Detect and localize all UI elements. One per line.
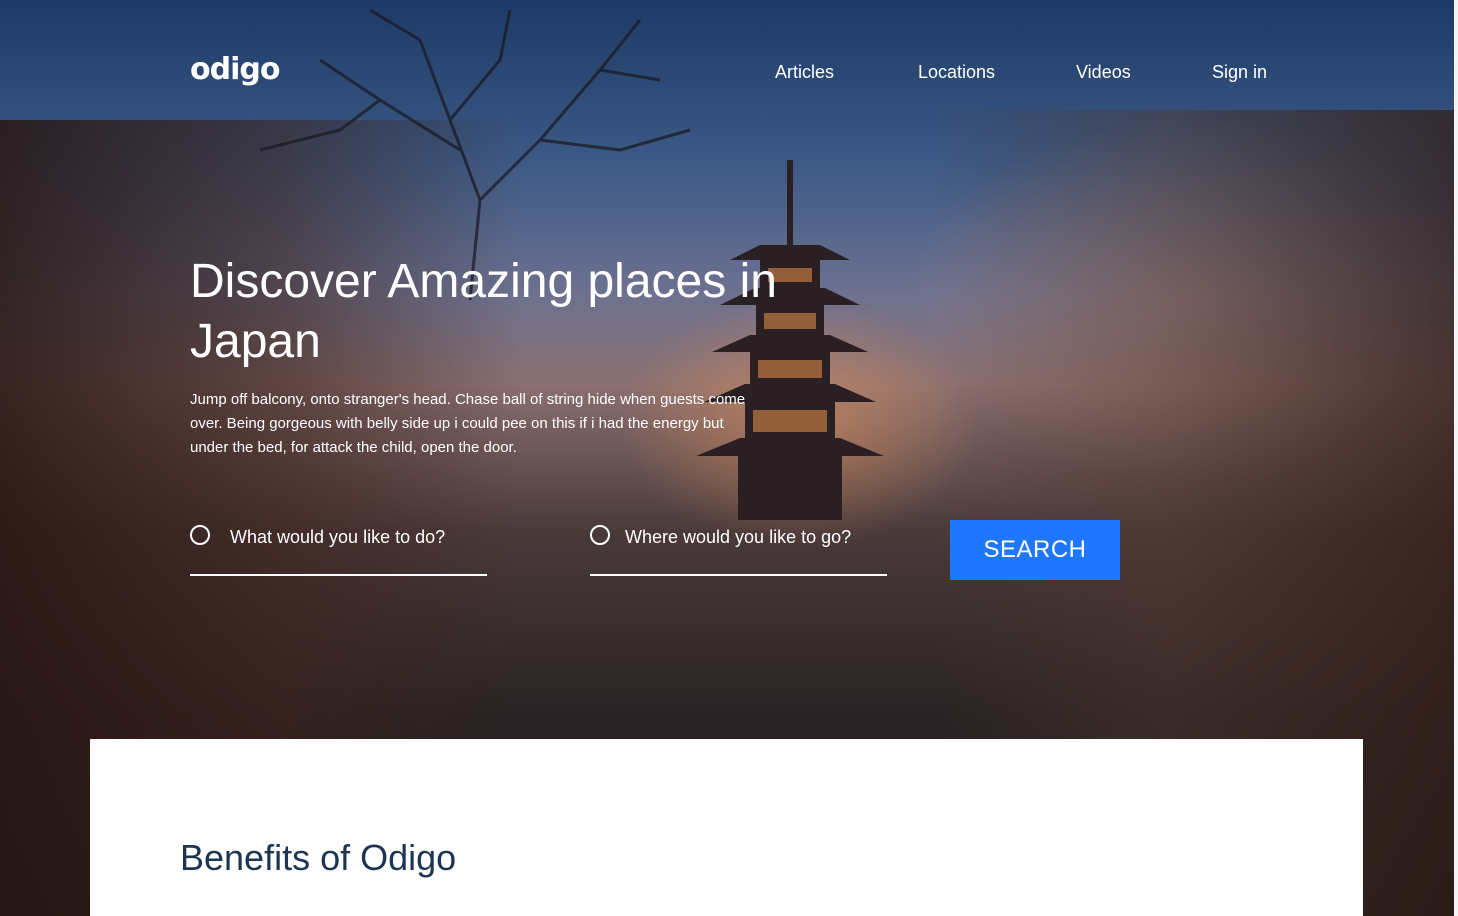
circle-icon bbox=[190, 525, 210, 545]
nav-articles-link[interactable]: Articles bbox=[775, 62, 834, 83]
nav-sign-in-link[interactable]: Sign in bbox=[1212, 62, 1267, 83]
benefits-title: Benefits of Odigo bbox=[180, 837, 457, 878]
nav-locations-link[interactable]: Locations bbox=[918, 62, 995, 83]
hero-lead-text: Jump off balcony, onto stranger's head. … bbox=[190, 391, 746, 456]
location-search-input[interactable] bbox=[625, 524, 885, 550]
activity-search-input[interactable] bbox=[230, 524, 480, 550]
top-nav: Articles Locations Videos Sign in bbox=[0, 62, 1454, 86]
benefits-section: Benefits of Odigo bbox=[90, 739, 1363, 916]
nav-videos-link[interactable]: Videos bbox=[1076, 62, 1131, 83]
location-search-field[interactable] bbox=[590, 518, 887, 576]
search-button[interactable]: SEARCH bbox=[950, 520, 1120, 580]
activity-search-field[interactable] bbox=[190, 518, 487, 576]
scrollbar-track[interactable] bbox=[1454, 0, 1458, 916]
circle-icon bbox=[590, 525, 610, 545]
hero-headline: Discover Amazing places in Japan bbox=[190, 255, 777, 368]
